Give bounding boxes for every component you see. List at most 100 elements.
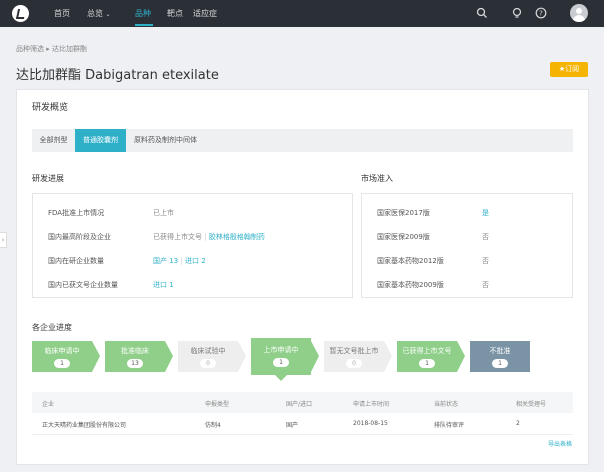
progress-row-label: 国内最高阶段及企业 bbox=[48, 233, 111, 241]
stage-label: 批准临床 bbox=[121, 347, 149, 355]
divider: | bbox=[204, 233, 207, 241]
market-row-label: 国家基本药物2012版 bbox=[377, 257, 444, 265]
logo-icon[interactable] bbox=[12, 5, 29, 22]
progress-row-value: 已上市 bbox=[153, 209, 174, 217]
licensed-count-link[interactable]: 进口 1 bbox=[153, 281, 174, 289]
nav-overview[interactable]: 总览 ⌄ bbox=[87, 8, 111, 19]
progress-row-value: 进口 1 bbox=[153, 280, 174, 290]
nav-active-indicator bbox=[135, 24, 153, 26]
stage-count: 1 bbox=[419, 359, 435, 368]
market-row-value: 是 bbox=[482, 209, 489, 217]
acceptance-count-link[interactable]: 2 bbox=[516, 420, 520, 427]
stage-arrow bbox=[384, 341, 392, 372]
table-header: 企业 申报类型 国产/进口 申请上市时间 当前状态 相关受理号 bbox=[32, 392, 573, 413]
stage-label: 上市申请中 bbox=[263, 346, 299, 354]
stage-count: 1 bbox=[273, 358, 289, 367]
domestic-count-link[interactable]: 国产 13 bbox=[153, 257, 178, 265]
avatar[interactable] bbox=[570, 4, 588, 22]
svg-text:?: ? bbox=[539, 10, 543, 18]
company-link[interactable]: 胶林格殷格翰制药 bbox=[209, 233, 265, 241]
stage-arrow bbox=[457, 341, 465, 372]
table-cell: 排队待审评 bbox=[434, 422, 465, 429]
column-header: 当前状态 bbox=[434, 401, 459, 408]
table-cell: 2018-08-15 bbox=[353, 420, 388, 427]
selected-stage-pointer bbox=[275, 375, 287, 381]
stage-count: 1 bbox=[492, 359, 508, 368]
stage-clinical-trial[interactable]: 临床试验中 0 bbox=[178, 341, 238, 372]
market-row-label: 国家基本药物2009版 bbox=[377, 281, 444, 289]
breadcrumb-parent[interactable]: 品种筛选 bbox=[16, 45, 44, 53]
nav-home[interactable]: 首页 bbox=[54, 8, 70, 19]
nav-overview-label: 总览 bbox=[87, 9, 103, 18]
page-title: 达比加群酯 Dabigatran etexilate bbox=[16, 68, 219, 83]
export-table-link[interactable]: 导出表格 bbox=[548, 439, 572, 448]
import-count-link[interactable]: 进口 2 bbox=[185, 257, 206, 265]
nav-targets[interactable]: 靶点 bbox=[167, 8, 183, 19]
stage-count: 13 bbox=[127, 359, 143, 368]
stage-count: 1 bbox=[54, 359, 70, 368]
pipeline-title: 各企业进度 bbox=[32, 323, 72, 332]
bulb-icon[interactable] bbox=[511, 7, 523, 19]
stage-count: 0 bbox=[200, 359, 216, 368]
table-cell: 国产 bbox=[286, 422, 299, 429]
stage-arrow bbox=[238, 341, 246, 372]
progress-row-stage: 已获得上市文号 bbox=[153, 233, 202, 241]
overview-card: 研发概览 全部剂型 普通胶囊剂 原料药及制剂中间体 研发进展 市场准入 FDA批… bbox=[16, 89, 589, 465]
stage-arrow bbox=[311, 341, 319, 372]
stage-label: 暂无文号批上市 bbox=[329, 347, 379, 355]
sidebar-expand-handle[interactable]: › bbox=[0, 232, 7, 248]
stage-label: 临床试验中 bbox=[190, 347, 226, 355]
chevron-down-icon: ⌄ bbox=[105, 11, 111, 18]
tab-all-forms[interactable]: 全部剂型 bbox=[32, 129, 75, 152]
search-icon[interactable] bbox=[476, 7, 488, 19]
column-header: 申请上市时间 bbox=[353, 401, 390, 408]
market-row-value: 否 bbox=[482, 233, 489, 241]
stage-rejected[interactable]: 不批准 1 bbox=[470, 341, 530, 372]
subscribe-label: 订阅 bbox=[565, 65, 580, 73]
table-cell: 仿制4 bbox=[205, 422, 221, 429]
stage-no-license[interactable]: 暂无文号批上市 0 bbox=[324, 341, 384, 372]
stage-clinical-approved[interactable]: 批准临床 13 bbox=[105, 341, 165, 372]
column-header: 申报类型 bbox=[205, 401, 230, 408]
top-nav-bar: 首页 总览 ⌄ 品种 靶点 适应症 ? bbox=[0, 0, 604, 27]
market-box: 国家医保2017版 是 国家医保2009版 否 国家基本药物2012版 否 国家… bbox=[361, 193, 573, 298]
stage-licensed[interactable]: 已获得上市文号 1 bbox=[397, 341, 457, 372]
market-row-label: 国家医保2017版 bbox=[377, 209, 430, 217]
breadcrumb-current: 达比加群酯 bbox=[51, 45, 87, 53]
tab-api-intermediates[interactable]: 原料药及制剂中间体 bbox=[126, 129, 205, 152]
chevron-right-icon: › bbox=[1, 236, 5, 244]
column-header: 相关受理号 bbox=[516, 401, 547, 408]
progress-row-label: 国内在研企业数量 bbox=[48, 257, 104, 265]
help-icon[interactable]: ? bbox=[535, 7, 547, 19]
progress-row-value: 已获得上市文号 | 胶林格殷格翰制药 bbox=[153, 232, 265, 242]
progress-row-label: 国内已获文号企业数量 bbox=[48, 281, 118, 289]
nav-indications[interactable]: 适应症 bbox=[193, 8, 217, 19]
stage-marketing-application[interactable]: 上市申请中 1 bbox=[251, 338, 311, 375]
overview-title: 研发概览 bbox=[32, 103, 69, 113]
market-row-value: 否 bbox=[482, 281, 489, 289]
stage-arrow bbox=[92, 341, 100, 372]
stage-clinical-application[interactable]: 临床申请中 1 bbox=[32, 341, 92, 372]
progress-row-label: FDA批准上市情况 bbox=[48, 209, 105, 217]
stage-arrow bbox=[165, 341, 173, 372]
column-header: 企业 bbox=[42, 401, 55, 408]
tab-capsule[interactable]: 普通胶囊剂 bbox=[75, 129, 126, 152]
stage-label: 已获得上市文号 bbox=[402, 347, 452, 355]
company-name-link[interactable]: 正大天晴药业集团股份有限公司 bbox=[42, 420, 126, 429]
progress-row-value: 国产 13 | 进口 2 bbox=[153, 256, 206, 266]
dosage-tabs: 全部剂型 普通胶囊剂 原料药及制剂中间体 bbox=[32, 129, 573, 152]
column-header: 国产/进口 bbox=[286, 401, 313, 408]
progress-box: FDA批准上市情况 已上市 国内最高阶段及企业 已获得上市文号 | 胶林格殷格翰… bbox=[32, 193, 353, 298]
market-title: 市场准入 bbox=[361, 174, 393, 183]
row-divider bbox=[32, 434, 573, 435]
nav-varieties[interactable]: 品种 bbox=[135, 8, 151, 19]
stage-label: 不批准 bbox=[489, 347, 511, 355]
subscribe-button[interactable]: ★订阅 bbox=[550, 62, 588, 77]
divider: | bbox=[180, 257, 183, 265]
breadcrumb: 品种筛选 ▸ 达比加群酯 bbox=[16, 44, 87, 54]
stage-count: 0 bbox=[346, 359, 362, 368]
market-row-label: 国家医保2009版 bbox=[377, 233, 430, 241]
stage-label: 临床申请中 bbox=[44, 347, 80, 355]
progress-title: 研发进展 bbox=[32, 174, 64, 183]
market-row-value: 否 bbox=[482, 257, 489, 265]
